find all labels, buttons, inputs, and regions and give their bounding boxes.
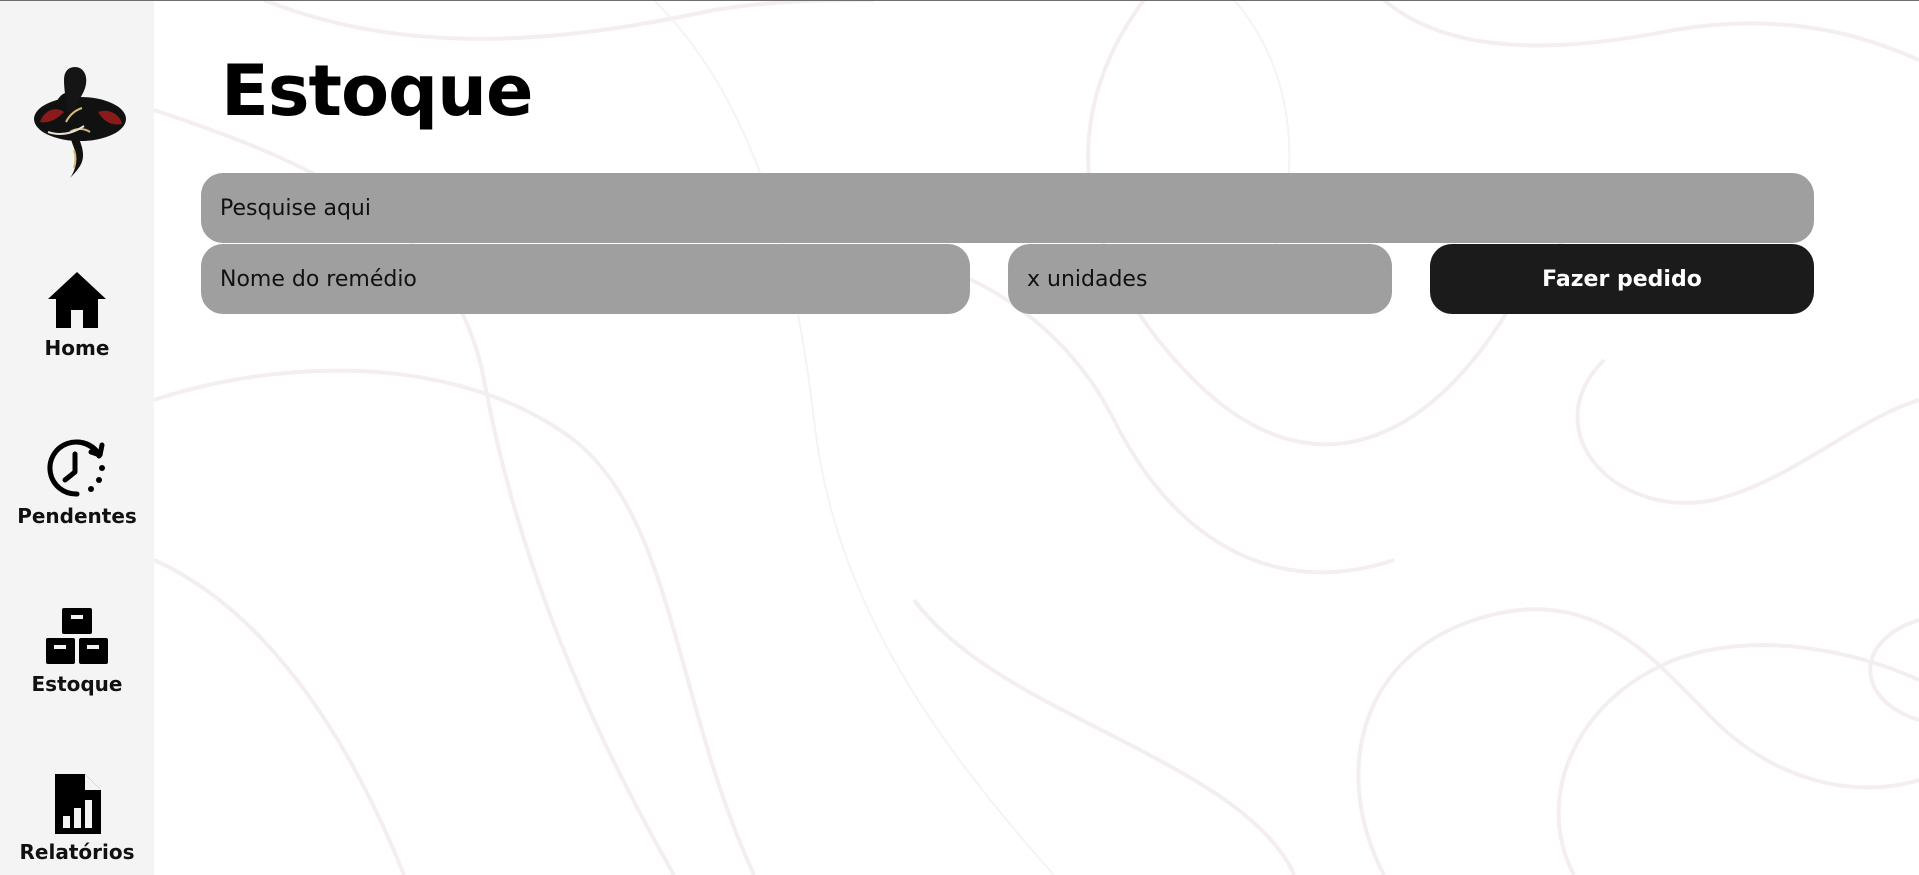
clock-pending-icon xyxy=(47,439,105,497)
sidebar-item-relatorios[interactable]: Relatórios xyxy=(0,772,154,864)
sidebar-item-label: Estoque xyxy=(31,672,123,696)
main-content: Estoque Fazer pedido xyxy=(154,0,1919,875)
sidebar-item-pendentes[interactable]: Pendentes xyxy=(0,436,154,528)
sidebar-item-label: Pendentes xyxy=(17,504,137,528)
sidebar-item-label: Relatórios xyxy=(19,840,135,864)
sidebar-item-home[interactable]: Home xyxy=(0,268,154,360)
place-order-button[interactable]: Fazer pedido xyxy=(1430,244,1814,314)
search-input[interactable] xyxy=(201,173,1814,243)
page-title: Estoque xyxy=(221,50,533,132)
top-border xyxy=(0,0,1919,1)
quantity-input[interactable] xyxy=(1008,244,1392,314)
sidebar: Home Pendentes Estoque Relatórios xyxy=(0,0,154,875)
sidebar-item-estoque[interactable]: Estoque xyxy=(0,604,154,696)
app-window: Home Pendentes Estoque Relatórios Estoqu… xyxy=(0,0,1919,875)
medicine-name-input[interactable] xyxy=(201,244,970,314)
snake-logo-icon[interactable] xyxy=(26,62,130,178)
report-file-icon xyxy=(55,774,101,834)
boxes-icon xyxy=(46,608,108,664)
home-icon xyxy=(48,272,106,328)
sidebar-item-label: Home xyxy=(44,336,110,360)
